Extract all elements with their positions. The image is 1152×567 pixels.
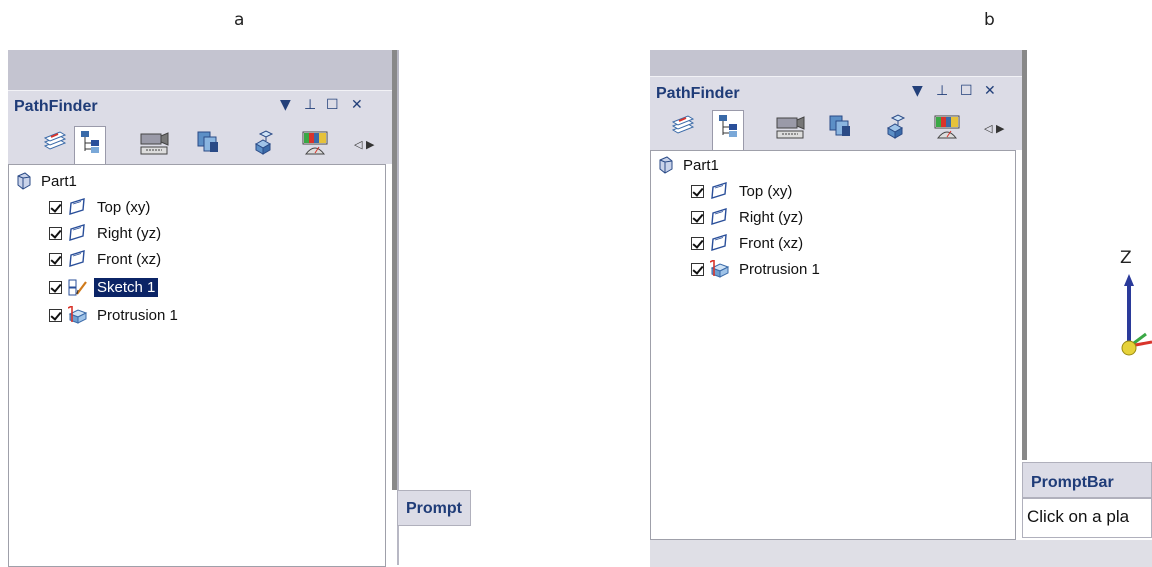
item-label: Front (xz) <box>97 250 162 268</box>
tree-item-protrusion[interactable]: Protrusion 1 <box>49 303 181 327</box>
tree-root-label: Part1 <box>683 156 719 174</box>
pin-icon[interactable]: ⊥ <box>304 97 316 113</box>
checkbox[interactable] <box>49 252 62 266</box>
checkbox[interactable] <box>49 200 62 214</box>
feature-tree-a: Part1 Top (xy) Right (yz) Front (xz) Ske… <box>8 164 386 567</box>
views-icon[interactable] <box>826 112 856 142</box>
prompt-tab-a[interactable]: Prompt <box>397 490 471 526</box>
feature-tree-icon[interactable] <box>74 126 106 165</box>
views-icon[interactable] <box>194 128 224 158</box>
assembly-icon[interactable] <box>880 112 910 142</box>
item-label: Protrusion 1 <box>97 306 178 324</box>
layers-icon[interactable] <box>40 128 70 158</box>
camera-icon[interactable] <box>138 128 169 158</box>
pathfinder-title: PathFinder <box>656 85 740 102</box>
tree-root[interactable]: Part1 <box>657 153 719 177</box>
protrusion-icon <box>710 260 729 278</box>
pathfinder-tabs: ◁ ▶ <box>8 120 392 165</box>
layers-icon[interactable] <box>668 112 698 142</box>
checkbox[interactable] <box>691 236 704 250</box>
toolbar-area <box>8 50 392 90</box>
tree-root-label: Part1 <box>41 172 77 190</box>
protrusion-icon <box>68 306 87 324</box>
toolbar-area <box>650 50 1022 76</box>
prompt-bar-tab[interactable]: PromptBar <box>1022 462 1152 498</box>
checkbox[interactable] <box>691 262 704 276</box>
z-axis-label: Z <box>1120 248 1132 268</box>
part-icon <box>659 156 673 174</box>
checkbox[interactable] <box>49 280 62 294</box>
pathfinder-title: PathFinder <box>14 98 98 115</box>
panel-label-a: a <box>234 10 245 30</box>
plane-icon <box>711 234 727 251</box>
camera-icon[interactable] <box>774 112 805 142</box>
tree-item-right[interactable]: Right (yz) <box>49 221 164 245</box>
plane-icon <box>69 198 85 215</box>
checkbox[interactable] <box>691 210 704 224</box>
item-label: Right (yz) <box>739 208 804 226</box>
color-meter-icon[interactable] <box>932 112 962 142</box>
panel-label-b: b <box>984 10 995 30</box>
pathfinder-tabs: ◁ ▶ <box>650 106 1022 151</box>
dropdown-icon[interactable]: ▼ <box>912 83 923 99</box>
dropdown-icon[interactable]: ▼ <box>280 97 291 113</box>
tree-item-front[interactable]: Front (xz) <box>49 247 164 271</box>
tree-item-front[interactable]: Front (xz) <box>691 231 806 255</box>
status-bar <box>650 540 1152 567</box>
tree-item-top[interactable]: Top (xy) <box>49 195 153 219</box>
item-label: Top (xy) <box>739 182 793 200</box>
pathfinder-header: PathFinder ▼ ⊥ ☐ ✕ <box>650 76 1022 107</box>
tree-root[interactable]: Part1 <box>15 169 77 193</box>
feature-tree-icon[interactable] <box>712 110 744 151</box>
feature-tree-b: Part1 Top (xy) Right (yz) Front (xz) Pro… <box>650 150 1016 540</box>
tree-item-top[interactable]: Top (xy) <box>691 179 795 203</box>
plane-icon <box>711 208 727 225</box>
checkbox[interactable] <box>691 184 704 198</box>
checkbox[interactable] <box>49 308 62 322</box>
plane-icon <box>69 250 85 267</box>
item-label: Front (xz) <box>739 234 804 252</box>
plane-icon <box>69 224 85 241</box>
axis-triad-icon <box>1121 274 1152 356</box>
item-label: Protrusion 1 <box>739 260 820 278</box>
tree-item-sketch[interactable]: Sketch 1 <box>49 275 159 299</box>
checkbox[interactable] <box>49 226 62 240</box>
pathfinder-header: PathFinder ▼ ⊥ ☐ ✕ <box>8 90 392 121</box>
pin-icon[interactable]: ⊥ <box>936 83 948 99</box>
tree-item-protrusion[interactable]: Protrusion 1 <box>691 257 823 281</box>
color-meter-icon[interactable] <box>300 128 330 158</box>
sketch-icon <box>68 278 88 296</box>
maximize-icon[interactable]: ☐ <box>326 97 339 113</box>
item-label: Top (xy) <box>97 198 151 216</box>
assembly-icon[interactable] <box>248 128 278 158</box>
splitter-edge <box>397 50 399 565</box>
prompt-bar-text: Click on a pla <box>1022 498 1152 538</box>
close-icon[interactable]: ✕ <box>984 83 996 99</box>
plane-icon <box>711 182 727 199</box>
tab-scroll-arrows[interactable]: ◁ ▶ <box>984 122 1004 135</box>
panel-splitter[interactable] <box>1022 50 1027 460</box>
tab-scroll-arrows[interactable]: ◁ ▶ <box>354 138 374 151</box>
tree-item-right[interactable]: Right (yz) <box>691 205 806 229</box>
part-icon <box>17 172 31 190</box>
maximize-icon[interactable]: ☐ <box>960 83 973 99</box>
close-icon[interactable]: ✕ <box>351 97 363 113</box>
item-label: Right (yz) <box>97 224 162 242</box>
item-label-selected: Sketch 1 <box>94 277 159 297</box>
